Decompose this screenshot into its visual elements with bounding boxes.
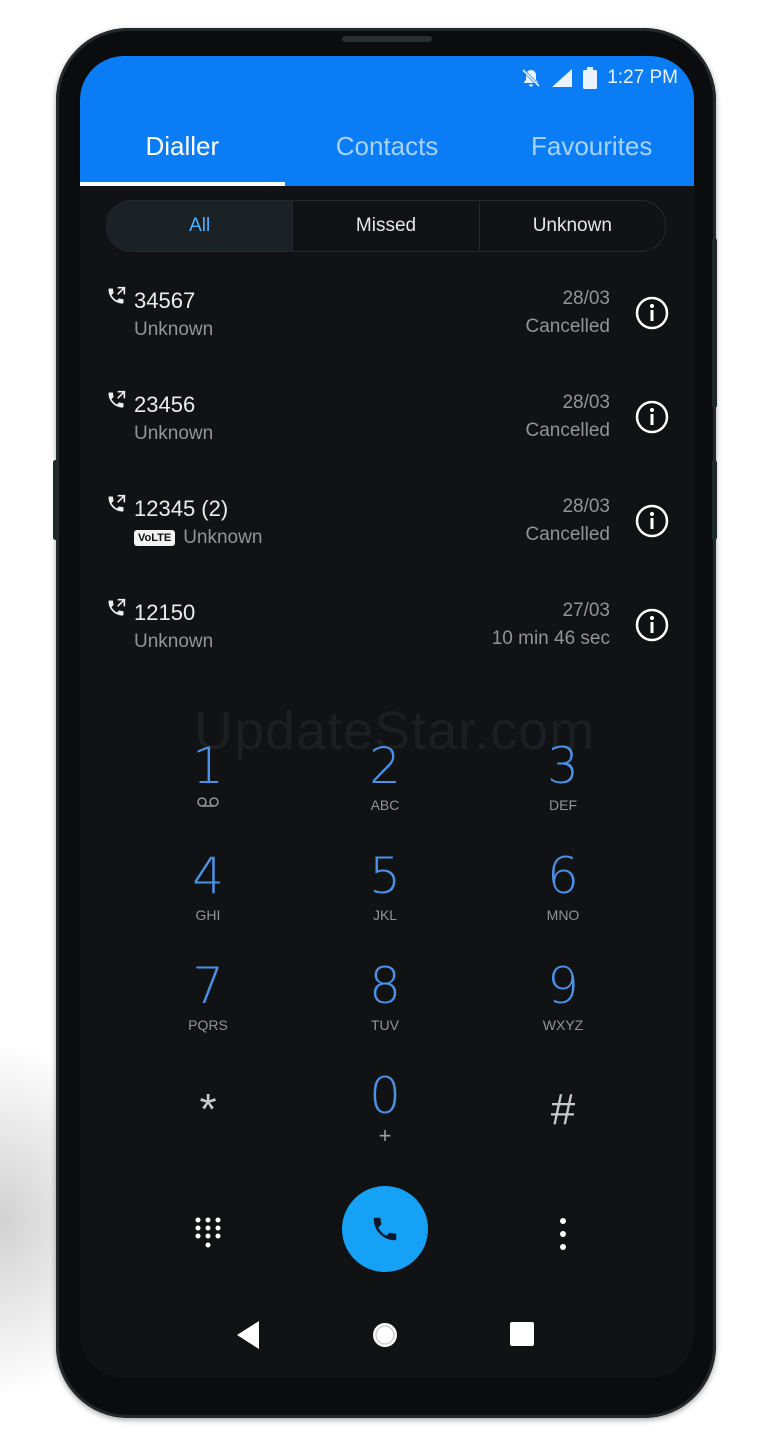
- key-digit: 6: [547, 847, 579, 905]
- outgoing-call-icon: [108, 494, 126, 512]
- key-digit: 5: [369, 847, 401, 905]
- key-star[interactable]: *: [138, 1066, 278, 1166]
- key-symbol: *: [199, 1085, 217, 1134]
- screen: 1:27 PM Dialler Contacts Favourites All …: [80, 56, 694, 1378]
- home-icon[interactable]: [371, 1321, 399, 1349]
- key-6[interactable]: 6 MNO: [493, 846, 633, 946]
- info-icon[interactable]: [635, 504, 669, 538]
- back-icon[interactable]: [235, 1320, 261, 1350]
- key-letters: DEF: [549, 797, 577, 813]
- tab-dialler[interactable]: Dialler: [80, 106, 285, 186]
- key-digit: 3: [547, 737, 579, 795]
- more-options-icon[interactable]: [558, 1216, 568, 1252]
- app-bar: 1:27 PM Dialler Contacts Favourites: [80, 56, 694, 186]
- speaker-notch: [342, 36, 432, 42]
- key-digit: 8: [369, 957, 401, 1015]
- key-letters: PQRS: [188, 1017, 228, 1033]
- call-status: Cancelled: [525, 524, 611, 545]
- call-duration: 10 min 46 sec: [491, 628, 610, 649]
- call-date: 27/03: [562, 600, 610, 621]
- key-digit: 1: [192, 737, 224, 795]
- call-label: Unknown: [134, 423, 213, 445]
- call-label: VoLTE Unknown: [134, 527, 262, 549]
- outgoing-call-icon: [108, 598, 126, 616]
- outgoing-call-icon: [108, 286, 126, 304]
- key-digit: 7: [192, 957, 224, 1015]
- key-2[interactable]: 2 ABC: [315, 736, 455, 836]
- key-digit: 2: [369, 737, 401, 795]
- key-4[interactable]: 4 GHI: [138, 846, 278, 946]
- battery-icon: [583, 67, 598, 89]
- tab-contacts[interactable]: Contacts: [285, 106, 490, 186]
- key-letters: JKL: [372, 907, 398, 923]
- call-button[interactable]: [342, 1186, 428, 1272]
- call-label-text: Unknown: [134, 319, 214, 340]
- call-number: 12150: [134, 600, 196, 625]
- call-label: Unknown: [134, 319, 213, 341]
- filter-all[interactable]: All: [107, 201, 293, 251]
- key-digit: 4: [192, 847, 224, 905]
- call-label-text: Unknown: [183, 527, 263, 548]
- call-label: Unknown: [134, 631, 213, 653]
- key-symbol: #: [550, 1085, 576, 1134]
- key-digit: 9: [547, 957, 579, 1015]
- key-7[interactable]: 7 PQRS: [138, 956, 278, 1056]
- voicemail-icon: [197, 797, 219, 807]
- tab-bar: Dialler Contacts Favourites: [80, 106, 694, 186]
- recents-icon[interactable]: [510, 1322, 534, 1346]
- call-number: 12345 (2): [134, 496, 229, 521]
- volume-button: [712, 238, 717, 408]
- key-hash[interactable]: #: [493, 1066, 633, 1166]
- call-date: 28/03: [562, 392, 610, 413]
- info-icon[interactable]: [635, 608, 669, 642]
- key-letters: GHI: [195, 907, 221, 923]
- filter-missed[interactable]: Missed: [292, 201, 478, 251]
- call-filter: All Missed Unknown: [106, 200, 666, 252]
- power-button: [712, 460, 717, 540]
- navigation-bar: [80, 1306, 694, 1366]
- info-icon[interactable]: [635, 296, 669, 330]
- status-bar: 1:27 PM: [521, 66, 678, 90]
- call-number: 34567: [134, 288, 196, 313]
- key-letters: TUV: [371, 1017, 399, 1033]
- dialpad-icon[interactable]: [193, 1216, 223, 1252]
- call-log-item[interactable]: 34567 Unknown 28/03 Cancelled: [80, 272, 694, 376]
- filter-unknown[interactable]: Unknown: [478, 201, 665, 251]
- key-9[interactable]: 9 WXYZ: [493, 956, 633, 1056]
- dial-actions: [80, 1186, 694, 1282]
- side-button-left: [53, 460, 58, 540]
- info-icon[interactable]: [635, 400, 669, 434]
- call-status: Cancelled: [525, 316, 611, 337]
- tab-favourites[interactable]: Favourites: [489, 106, 694, 186]
- call-label-text: Unknown: [134, 631, 214, 652]
- call-log-item[interactable]: 12345 (2) VoLTE Unknown 28/03 Cancelled: [80, 480, 694, 584]
- status-time: 1:27 PM: [607, 67, 678, 88]
- key-0[interactable]: 0 +: [315, 1066, 455, 1166]
- key-letters: MNO: [546, 907, 580, 923]
- call-date: 28/03: [562, 288, 610, 309]
- key-1[interactable]: 1: [138, 736, 278, 836]
- call-log-item[interactable]: 23456 Unknown 28/03 Cancelled: [80, 376, 694, 480]
- call-label-text: Unknown: [134, 423, 214, 444]
- key-digit: 0: [369, 1067, 401, 1125]
- key-plus: +: [378, 1123, 392, 1148]
- key-5[interactable]: 5 JKL: [315, 846, 455, 946]
- mute-bell-icon: [522, 68, 541, 88]
- call-log-item[interactable]: 12150 Unknown 27/03 10 min 46 sec: [80, 584, 694, 688]
- volte-badge: VoLTE: [134, 530, 176, 546]
- signal-icon: [552, 69, 573, 87]
- key-letters: ABC: [370, 797, 400, 813]
- outgoing-call-icon: [108, 390, 126, 408]
- key-8[interactable]: 8 TUV: [315, 956, 455, 1056]
- call-log-list: 34567 Unknown 28/03 Cancelled 23456 Unkn…: [80, 272, 694, 688]
- call-date: 28/03: [562, 496, 610, 517]
- key-3[interactable]: 3 DEF: [493, 736, 633, 836]
- call-status: Cancelled: [525, 420, 611, 441]
- phone-icon: [373, 1217, 397, 1241]
- call-number: 23456: [134, 392, 196, 417]
- key-letters: WXYZ: [542, 1017, 584, 1033]
